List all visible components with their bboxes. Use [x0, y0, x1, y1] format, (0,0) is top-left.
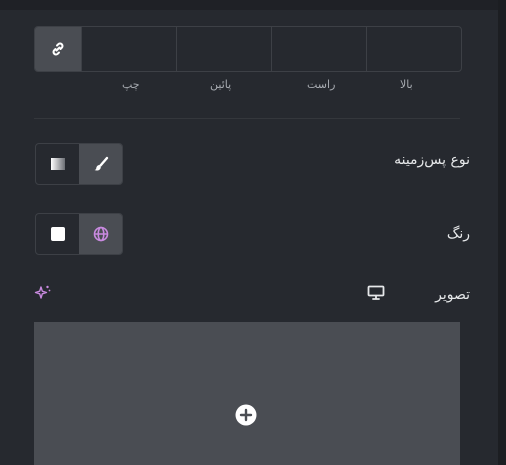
top-edge — [0, 0, 506, 10]
classic-option[interactable] — [79, 144, 122, 184]
left-input[interactable] — [81, 27, 176, 71]
gradient-icon — [50, 158, 65, 170]
divider — [34, 118, 460, 119]
top-input[interactable] — [366, 27, 461, 71]
image-label: تصویر — [435, 287, 470, 303]
sparkle-icon[interactable] — [34, 284, 52, 300]
plus-circle-icon[interactable] — [235, 404, 257, 426]
right-input[interactable] — [271, 27, 366, 71]
globe-icon — [93, 226, 108, 242]
brush-icon — [94, 156, 108, 171]
image-upload-area[interactable] — [34, 322, 460, 465]
color-toggle — [35, 213, 123, 255]
square-icon — [50, 227, 65, 241]
left-label: چپ — [122, 78, 140, 91]
color-label: رنگ — [446, 226, 470, 242]
right-label: راست — [307, 78, 336, 91]
link-icon — [52, 42, 64, 56]
dimensions-control — [34, 26, 462, 72]
dimension-labels: چپ پائین راست بالا — [34, 78, 460, 98]
scrollbar-track[interactable] — [498, 0, 506, 465]
background-type-label: نوع پس‌زمینه — [394, 152, 470, 168]
gradient-option[interactable] — [36, 144, 79, 184]
background-type-toggle — [35, 143, 123, 185]
bottom-label: پائین — [210, 78, 232, 91]
link-values-button[interactable] — [35, 27, 81, 71]
global-colors-option[interactable] — [79, 214, 122, 254]
bottom-input[interactable] — [176, 27, 271, 71]
monitor-icon[interactable] — [367, 285, 385, 301]
color-picker-option[interactable] — [36, 214, 79, 254]
top-label: بالا — [400, 78, 413, 91]
